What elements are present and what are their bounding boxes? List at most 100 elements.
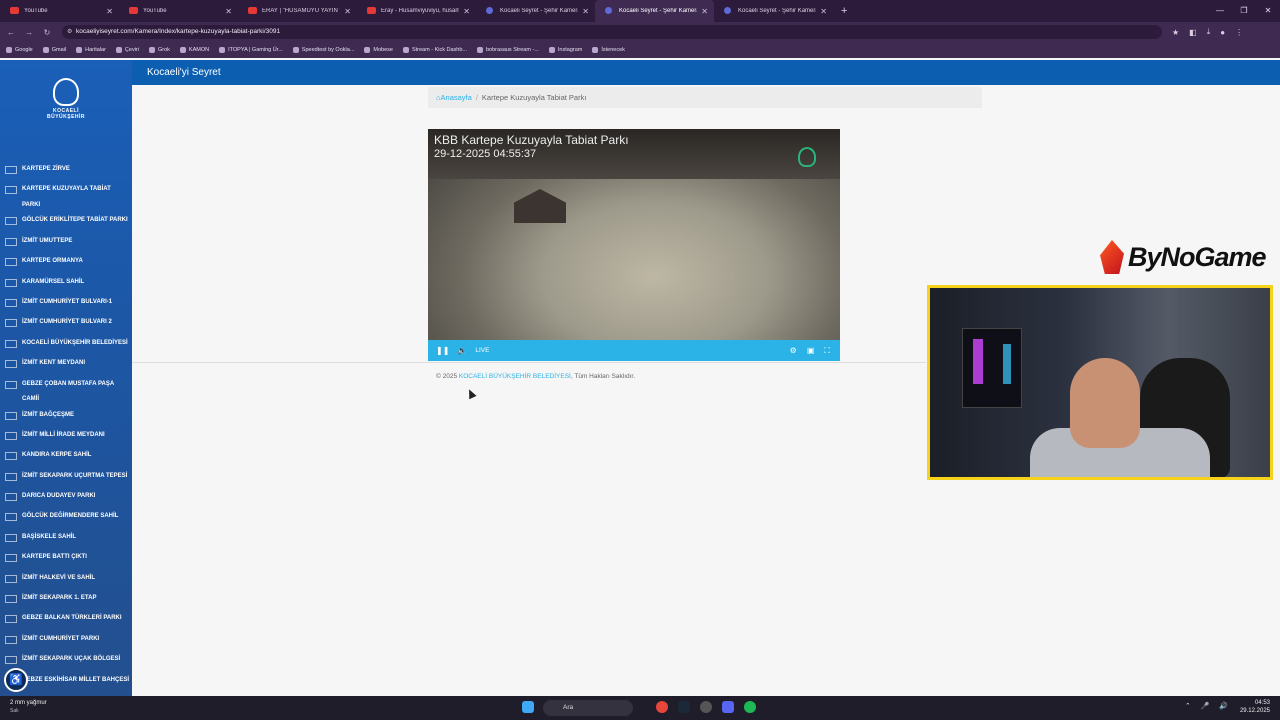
discord-icon[interactable] [722, 701, 734, 713]
browser-tab[interactable]: YouTube ✕ [0, 0, 119, 22]
system-tray[interactable]: ⌃ 🎤 🔊 [1185, 702, 1232, 710]
sidebar-camera-item[interactable]: GÖLCÜK ERİKLİTEPE TABİAT PARKI [0, 213, 132, 233]
browser-tab[interactable]: Eray - Husamviyuviyu, husamy... ✕ [357, 0, 476, 22]
bookmark-item[interactable]: Instagram [548, 47, 582, 53]
sidebar-camera-item[interactable]: İZMİT BAĞÇEŞME [0, 408, 132, 428]
breadcrumb: ⌂Anasayfa / Kartepe Kuzuyayla Tabiat Parkı [428, 87, 982, 108]
sidebar-camera-item[interactable]: İZMİT SEKAPARK UÇURTMA TEPESİ [0, 469, 132, 489]
download-icon[interactable]: ⤓ [1207, 27, 1211, 37]
bookmark-item[interactable]: Grok [148, 47, 170, 53]
profile-icon[interactable]: ● [1220, 28, 1225, 37]
chrome-icon[interactable] [656, 701, 668, 713]
close-window-icon[interactable]: ✕ [1256, 0, 1280, 22]
camera-icon [5, 186, 17, 195]
minimize-icon[interactable]: — [1208, 0, 1232, 22]
breadcrumb-separator: / [475, 93, 478, 102]
browser-tab[interactable]: Kocaeli Seyret - Şehir Kamera... ✕ [714, 0, 833, 22]
url-input[interactable]: ⚙ kocaeliyiseyret.com/Kamera/Index/karte… [62, 25, 1162, 39]
bookmark-item[interactable]: Stream - Kick Dashb... [402, 47, 467, 53]
tab-label: YouTube [24, 8, 48, 14]
taskbar-search[interactable]: Ara [543, 700, 633, 716]
weather-widget[interactable]: 2 mm yağmur Salı [10, 699, 47, 715]
sidebar-camera-item[interactable]: KARTEPE ORMANYA [0, 254, 132, 274]
bookmark-item[interactable]: Gmail [42, 47, 66, 53]
sidebar-camera-label: GÖLCÜK DEĞİRMENDERE SAHİL [22, 513, 119, 520]
municipality-logo[interactable]: KOCAELİ BÜYÜKŞEHİR [38, 78, 94, 126]
bookmark-item[interactable]: Çeviri [115, 47, 139, 53]
tab-close-icon[interactable]: ✕ [820, 7, 827, 16]
bookmark-item[interactable]: Speedtest by Ookla... [292, 47, 355, 53]
pause-icon[interactable]: ❚❚ [436, 346, 449, 355]
site-title[interactable]: Kocaeli'yi Seyret [147, 67, 221, 78]
camera-video-player[interactable]: KBB Kartepe Kuzuyayla Tabiat Parkı 29-12… [428, 129, 840, 361]
sidebar-camera-item[interactable]: DARICA DUDAYEV PARKI [0, 489, 132, 509]
tab-close-icon[interactable]: ✕ [701, 7, 708, 16]
obs-icon[interactable] [700, 701, 712, 713]
globe-icon [486, 7, 493, 14]
sidebar-camera-item[interactable]: İZMİT CUMHURİYET PARKI [0, 632, 132, 652]
tab-close-icon[interactable]: ✕ [225, 7, 232, 16]
sidebar-camera-item[interactable]: GEBZE ÇOBAN MUSTAFA PAŞA CAMİİ [0, 377, 132, 408]
forward-icon[interactable]: → [22, 28, 36, 37]
spotify-icon[interactable] [744, 701, 756, 713]
sidebar-camera-item[interactable]: KARTEPE ZİRVE [0, 162, 132, 182]
breadcrumb-home[interactable]: ⌂Anasayfa [436, 93, 472, 102]
sidebar-camera-label: GÖLCÜK ERİKLİTEPE TABİAT PARKI [22, 217, 128, 224]
sidebar-camera-item[interactable]: İZMİT CUMHURİYET BULVARI 2 [0, 315, 132, 335]
sidebar-camera-item[interactable]: KANDIRA KERPE SAHİL [0, 448, 132, 468]
bookmark-item[interactable]: ITOPYA | Gaming Ür... [219, 47, 283, 53]
bookmark-item[interactable]: KAMON [179, 47, 210, 53]
camera-icon [5, 380, 17, 389]
bookmark-star-icon[interactable]: ★ [1172, 28, 1179, 37]
sidebar-camera-item[interactable]: GEBZE BALKAN TÜRKLERİ PARKI [0, 611, 132, 631]
picture-in-picture-icon[interactable]: ▣ [807, 346, 815, 355]
bookmark-label: Speedtest by Ookla... [301, 47, 355, 53]
sidebar-camera-item[interactable]: GÖLCÜK DEĞİRMENDERE SAHİL [0, 509, 132, 529]
start-icon[interactable] [522, 701, 534, 713]
tab-close-icon[interactable]: ✕ [344, 7, 351, 16]
sidebar-camera-item[interactable]: KARTEPE KUZUYAYLA TABİAT PARKI [0, 182, 132, 213]
tab-close-icon[interactable]: ✕ [463, 7, 470, 16]
sidebar-camera-item[interactable]: BAŞİSKELE SAHİL [0, 530, 132, 550]
settings-icon[interactable]: ⚙ [790, 346, 797, 355]
accessibility-icon[interactable]: ♿ [4, 668, 28, 692]
reload-icon[interactable]: ↻ [40, 28, 54, 37]
camera-icon [5, 472, 17, 481]
camera-icon [5, 360, 17, 369]
new-tab-button[interactable]: + [841, 5, 847, 17]
sidebar-camera-item[interactable]: İZMİT HALKEVİ VE SAHİL [0, 571, 132, 591]
sidebar-camera-item[interactable]: İZMİT CUMHURİYET BULVARI-1 [0, 295, 132, 315]
sidebar-camera-item[interactable]: KARTEPE BATTI ÇIKTI [0, 550, 132, 570]
sidebar-camera-item[interactable]: KARAMÜRSEL SAHİL [0, 275, 132, 295]
bookmark-item[interactable]: İstenecek [592, 47, 625, 53]
camera-icon [5, 431, 17, 440]
restore-icon[interactable]: ❐ [1232, 0, 1256, 22]
site-info-icon[interactable]: ⚙ [67, 25, 72, 39]
menu-icon[interactable]: ⋮ [1235, 28, 1243, 37]
browser-tab[interactable]: ERAY | "HUSAMUYU YAYIN V... ✕ [238, 0, 357, 22]
bookmark-item[interactable]: Mobese [364, 47, 393, 53]
sidebar-camera-item[interactable]: İZMİT MİLLİ İRADE MEYDANI [0, 428, 132, 448]
bookmark-label: KAMON [188, 47, 210, 53]
sidebar-camera-item[interactable]: İZMİT SEKAPARK 1. ETAP [0, 591, 132, 611]
sidebar-camera-item[interactable]: İZMİT KENT MEYDANI [0, 356, 132, 376]
volume-icon[interactable]: 🔈 [457, 346, 467, 355]
back-icon[interactable]: ← [4, 28, 18, 37]
browser-tab[interactable]: Kocaeli Seyret - Şehir Kamera... ✕ [476, 0, 595, 22]
sidebar-camera-item[interactable]: İZMİT UMUTTEPE [0, 234, 132, 254]
fullscreen-icon[interactable]: ⛶ [824, 346, 830, 356]
sidebar-camera-item[interactable]: KOCAELİ BÜYÜKŞEHİR BELEDİYESİ [0, 336, 132, 356]
breadcrumb-home-label[interactable]: Anasayfa [441, 93, 472, 102]
browser-tab[interactable]: YouTube ✕ [119, 0, 238, 22]
footer-org-link[interactable]: KOCAELİ BÜYÜKŞEHİR BELEDİYESİ [459, 373, 571, 380]
browser-tab[interactable]: Kocaeli Seyret - Şehir Kamera... ✕ [595, 0, 714, 22]
tab-close-icon[interactable]: ✕ [106, 7, 113, 16]
bookmark-item[interactable]: Haritalar [76, 47, 106, 53]
logo-emblem-icon [53, 78, 79, 106]
extensions-icon[interactable]: ◧ [1189, 28, 1197, 37]
steam-icon[interactable] [678, 701, 690, 713]
bookmark-item[interactable]: bobrasaus Stream -... [477, 47, 539, 53]
tab-close-icon[interactable]: ✕ [582, 7, 589, 16]
bookmark-item[interactable]: Google [6, 47, 33, 53]
taskbar-clock[interactable]: 04:53 29.12.2025 [1240, 699, 1270, 715]
